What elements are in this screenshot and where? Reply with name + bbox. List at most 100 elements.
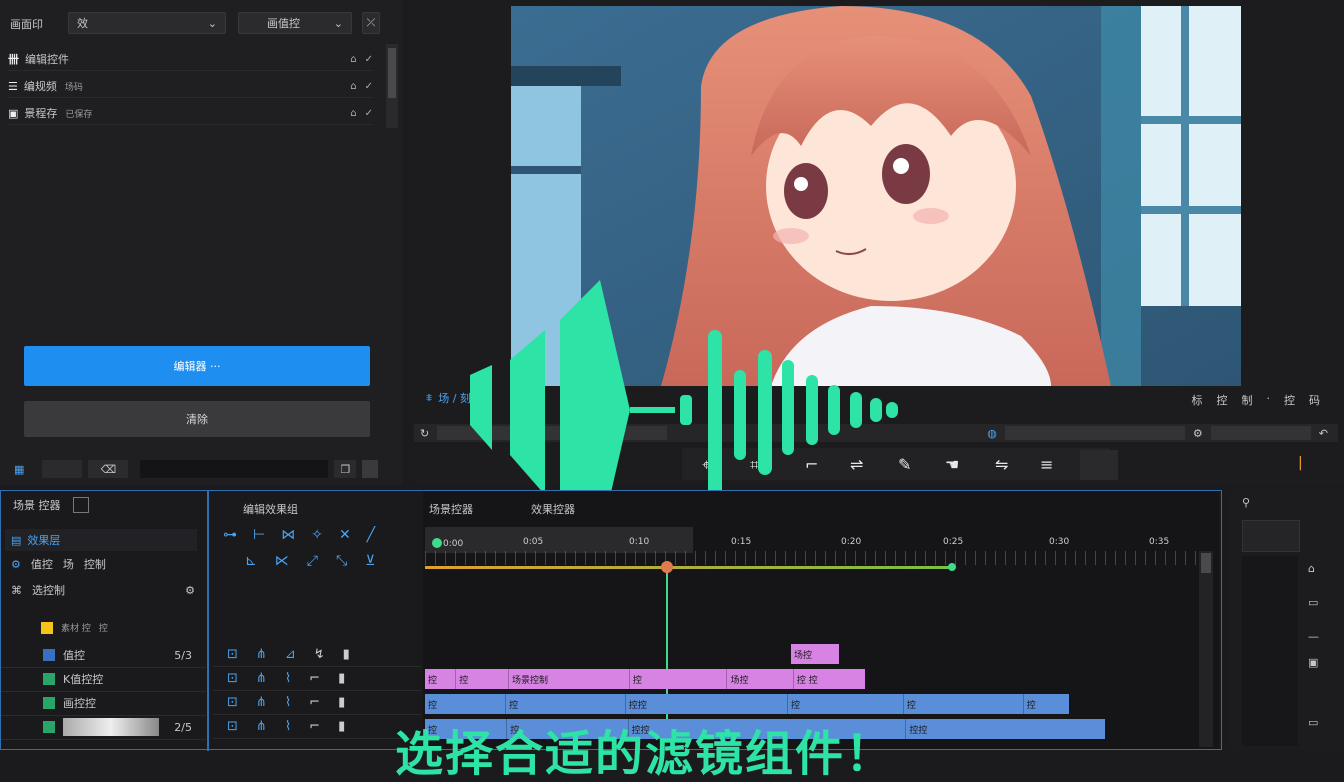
lock-icon[interactable]: ⊡ <box>227 695 238 710</box>
clip[interactable]: 控 <box>506 694 626 714</box>
fx-icon[interactable]: ⌇ <box>285 719 291 734</box>
image-icon[interactable]: ▣ <box>1308 656 1318 669</box>
mute-icon[interactable]: ↯ <box>314 647 325 662</box>
link-icon[interactable]: ⋔ <box>256 695 267 710</box>
list-item[interactable]: ☰ 编规频 场码 ⌂ ✓ <box>8 75 373 98</box>
clip[interactable]: 场景控制 <box>509 669 630 689</box>
list-item[interactable]: 卌 编辑控件 ⌂ ✓ <box>8 48 373 71</box>
track-header-row[interactable]: ⚙ 值控 场 控制 <box>5 553 205 575</box>
lock-icon[interactable]: ⌂ <box>350 54 356 65</box>
check-icon[interactable]: ✓ <box>365 54 373 65</box>
link-icon[interactable]: ⋔ <box>256 719 267 734</box>
work-area-end-marker[interactable] <box>948 563 956 571</box>
clear-button[interactable]: 清除 <box>24 401 370 437</box>
scrub-track-right[interactable] <box>1004 426 1185 440</box>
link-icon[interactable]: ⋔ <box>256 671 267 686</box>
source-row[interactable]: 素材 控 控 <box>41 621 108 634</box>
timeline-tab[interactable]: 场景 控器 <box>13 497 89 513</box>
effect-icon[interactable]: ╱ <box>367 527 375 543</box>
settings-icon[interactable]: ⚙ <box>1193 427 1203 440</box>
marker-icon[interactable]: ◍ <box>987 427 997 440</box>
track-header-row[interactable]: ⌘ 选控制 ⚙ <box>5 579 205 601</box>
scrollbar[interactable] <box>386 44 398 128</box>
solo-icon[interactable]: ▮ <box>338 695 345 710</box>
expand-icon[interactable] <box>362 460 379 478</box>
effect-icon[interactable]: ✕ <box>339 527 351 543</box>
track-row[interactable]: 值控 5/3 <box>1 643 206 668</box>
effect-icon[interactable]: ⊶ <box>223 527 237 543</box>
lock-icon[interactable]: ⊡ <box>227 719 238 734</box>
effect-dropdown[interactable]: 效 ⌄ <box>68 12 226 34</box>
clip[interactable]: 控控 <box>626 694 788 714</box>
lock-icon[interactable]: ⌂ <box>350 81 356 92</box>
effect-icon[interactable]: ⤢ <box>307 553 318 569</box>
timeline-scrollbar[interactable] <box>1199 551 1213 747</box>
clip[interactable]: 控 控 <box>794 669 865 689</box>
undo-icon[interactable]: ↶ <box>1319 427 1328 440</box>
close-button[interactable]: ⤫ <box>362 12 380 34</box>
track-row[interactable]: K值控控 <box>1 667 206 692</box>
lock-icon[interactable]: ⊡ <box>227 647 238 662</box>
clip[interactable]: 控控 <box>906 719 1105 739</box>
solo-icon[interactable]: ▮ <box>343 647 350 662</box>
hand-tool-icon[interactable]: ☚ <box>945 455 959 474</box>
copy-icon[interactable]: ❐ <box>334 460 357 478</box>
effect-icon[interactable]: ⋉ <box>275 553 289 569</box>
grid-icon[interactable]: ▦ <box>14 463 24 476</box>
clip[interactable]: 控 <box>425 694 507 714</box>
pin-icon[interactable]: ⚲ <box>1242 496 1250 509</box>
right-panel-box[interactable] <box>1242 520 1300 552</box>
solo-icon[interactable]: ▮ <box>338 719 345 734</box>
clip[interactable]: 控 <box>788 694 904 714</box>
fx-icon[interactable]: ⊿ <box>285 647 296 662</box>
search-input[interactable] <box>140 460 329 478</box>
fx-icon[interactable]: ⌇ <box>285 671 291 686</box>
scrub-track-right2[interactable] <box>1210 426 1311 440</box>
fx-icon[interactable]: ⌇ <box>285 695 291 710</box>
track-row[interactable]: 画控控 <box>1 691 206 716</box>
solo-icon[interactable]: ▮ <box>338 671 345 686</box>
clip[interactable]: 场控 <box>727 669 794 689</box>
effect-icon[interactable]: ⊢ <box>253 527 265 543</box>
check-icon[interactable]: ✓ <box>365 81 373 92</box>
track-header-row[interactable]: ▤ 效果层 <box>5 529 197 551</box>
clip[interactable]: 控 <box>904 694 1024 714</box>
effect-icon[interactable]: ⋈ <box>281 527 295 543</box>
control-dropdown[interactable]: 画值控 ⌄ <box>238 12 352 34</box>
trash-icon[interactable]: ⌫ <box>88 460 129 478</box>
expand-icon[interactable] <box>72 497 89 513</box>
clip[interactable]: 场控 <box>791 644 839 664</box>
input-box[interactable] <box>42 460 83 478</box>
playhead-start-marker[interactable] <box>432 538 442 548</box>
minus-icon[interactable]: — <box>1308 630 1319 643</box>
in-point-icon[interactable]: | <box>1298 455 1303 471</box>
scrollbar-thumb[interactable] <box>388 48 396 98</box>
check-icon[interactable]: ✓ <box>365 108 373 119</box>
lock-icon[interactable]: ⊡ <box>227 671 238 686</box>
ruler[interactable] <box>425 551 1213 565</box>
monitor-icon[interactable]: ▭ <box>1308 716 1318 729</box>
editor-button[interactable]: 编辑器 ··· <box>24 346 370 386</box>
mute-icon[interactable]: ⌐ <box>309 671 320 686</box>
scrollbar-thumb[interactable] <box>1201 553 1211 573</box>
folder-icon[interactable]: ▭ <box>1308 596 1318 609</box>
clip[interactable]: 控 <box>630 669 728 689</box>
settings-icon[interactable]: ⚙ <box>185 584 195 597</box>
effect-icon[interactable]: ⊻ <box>365 553 375 569</box>
playhead-handle[interactable] <box>661 561 673 573</box>
effect-icon[interactable]: ✧ <box>311 527 323 543</box>
mute-icon[interactable]: ⌐ <box>309 719 320 734</box>
effect-icon[interactable]: ⤡ <box>336 553 347 569</box>
loop-icon[interactable]: ↻ <box>420 427 429 440</box>
track-row[interactable]: 2/5 <box>1 715 206 740</box>
tool-swatch[interactable] <box>1080 450 1118 480</box>
clip[interactable]: 控 <box>1024 694 1069 714</box>
menu-icon[interactable]: ≡ <box>1040 455 1053 474</box>
list-item[interactable]: ▣ 景程存 已保存 ⌂ ✓ <box>8 102 373 125</box>
mute-icon[interactable]: ⌐ <box>309 695 320 710</box>
effect-icon[interactable]: ⊾ <box>245 553 257 569</box>
clip-track-pink[interactable]: 控 控 场景控制 控 场控 控 控 <box>425 669 865 689</box>
split-tool-icon[interactable]: ⇋ <box>995 455 1008 474</box>
link-icon[interactable]: ⋔ <box>256 647 267 662</box>
work-area-bar[interactable] <box>425 566 953 569</box>
